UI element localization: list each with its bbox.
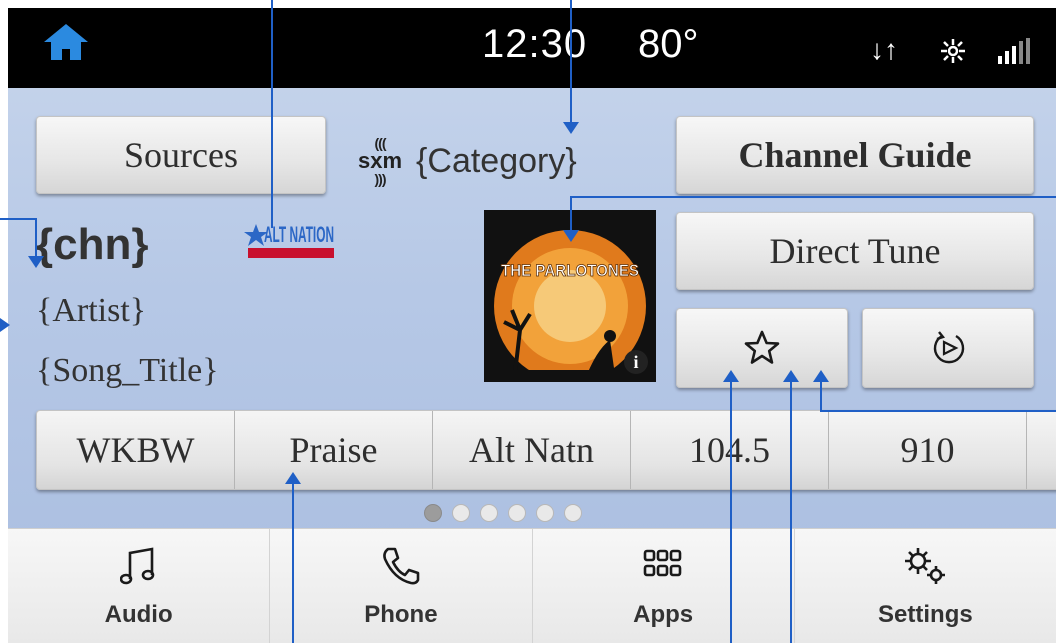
category-display: ((( sxm ))) {Category} <box>358 136 577 186</box>
preset-button[interactable]: WKBW <box>37 411 235 489</box>
nav-audio[interactable]: Audio <box>8 529 271 643</box>
annotation-line <box>820 410 1056 412</box>
channel-guide-button[interactable]: Channel Guide <box>676 116 1034 194</box>
channel-name: {chn} <box>36 220 149 269</box>
album-title-text: THE PARLOTONES <box>501 261 639 280</box>
home-icon[interactable] <box>42 22 90 62</box>
preset-button[interactable]: Praise <box>235 411 433 489</box>
music-note-icon <box>119 547 154 585</box>
preset-bar: WKBW Praise Alt Natn 104.5 910 <box>36 410 1056 490</box>
nav-settings[interactable]: Settings <box>795 529 1056 643</box>
apps-grid-icon <box>643 549 682 577</box>
annotation-arrow <box>813 370 829 382</box>
replay-button[interactable] <box>862 308 1034 388</box>
preset-button[interactable]: Alt Natn <box>433 411 631 489</box>
song-title: {Song_Title} <box>36 352 219 389</box>
preset-button[interactable]: 910 <box>829 411 1027 489</box>
temperature: 80° <box>638 22 699 66</box>
nav-apps-label: Apps <box>633 601 694 628</box>
annotation-arrow <box>723 370 739 382</box>
annotation-line <box>820 382 822 412</box>
climate-fan-icon <box>941 39 965 63</box>
category-label: {Category} <box>416 141 577 180</box>
nav-settings-label: Settings <box>878 601 973 628</box>
channel-logo-text: ALT NATION <box>264 222 334 247</box>
annotation-arrow <box>28 256 44 268</box>
sxm-logo: ((( sxm ))) <box>358 135 403 187</box>
page-indicator[interactable] <box>424 504 582 522</box>
annotation-line <box>570 196 572 232</box>
annotation-arrow <box>563 230 579 242</box>
channel-logo: ALT NATION <box>244 222 334 258</box>
phone-icon <box>383 547 420 585</box>
annotation-line <box>271 0 273 228</box>
page-dot[interactable] <box>424 504 442 522</box>
artist-name: {Artist} <box>36 292 147 329</box>
annotation-arrow <box>285 472 301 484</box>
signal-strength-icon <box>998 38 1030 64</box>
page-dot[interactable] <box>480 504 498 522</box>
annotation-arrow <box>783 370 799 382</box>
sync-screen: 12:30 80° ↓↑ Sources ((( sxm ))) {Catego… <box>8 8 1056 643</box>
page-dot[interactable] <box>452 504 470 522</box>
sources-button[interactable]: Sources <box>36 116 326 194</box>
bottom-nav: Audio Phone Apps Settings <box>8 528 1056 643</box>
page-dot[interactable] <box>564 504 582 522</box>
annotation-line <box>570 0 572 124</box>
annotation-arrow <box>0 318 10 332</box>
annotation-line <box>790 382 792 643</box>
annotation-line <box>730 382 732 643</box>
nav-phone-label: Phone <box>364 601 438 628</box>
gears-icon <box>905 548 946 584</box>
data-transfer-icon: ↓↑ <box>870 34 898 65</box>
nav-phone[interactable]: Phone <box>270 529 533 643</box>
status-bar: 12:30 80° ↓↑ <box>8 8 1056 88</box>
annotation-line <box>0 218 36 220</box>
annotation-line <box>292 484 294 643</box>
nav-apps[interactable]: Apps <box>533 529 795 643</box>
direct-tune-button[interactable]: Direct Tune <box>676 212 1034 290</box>
page-dot[interactable] <box>536 504 554 522</box>
page-dot[interactable] <box>508 504 526 522</box>
album-info-icon: i <box>633 352 638 372</box>
nav-audio-label: Audio <box>104 601 173 628</box>
replay-icon <box>933 331 965 364</box>
star-outline-icon <box>744 330 780 364</box>
annotation-arrow <box>563 122 579 134</box>
annotation-line <box>570 196 1056 198</box>
annotation-line <box>35 218 37 258</box>
